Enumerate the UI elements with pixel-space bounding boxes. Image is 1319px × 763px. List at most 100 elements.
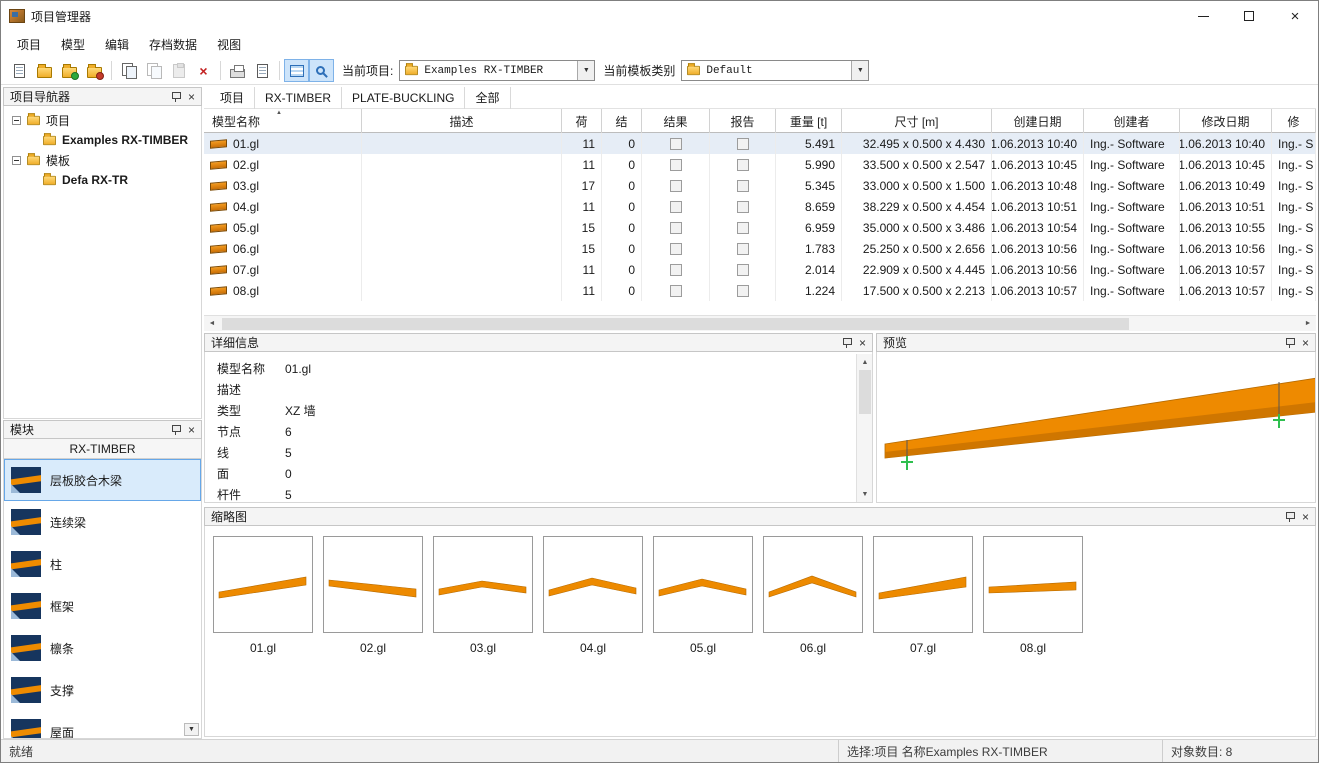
tab-all[interactable]: 全部: [465, 87, 510, 109]
table-row[interactable]: 06.gl 15 0 1.783 25.250 x 0.500 x 2.656 …: [204, 238, 1316, 259]
scrollbar-thumb[interactable]: [222, 318, 1129, 330]
restore-project-button[interactable]: [82, 59, 107, 82]
archive-project-button[interactable]: [57, 59, 82, 82]
table-row[interactable]: 04.gl 11 0 8.659 38.229 x 0.500 x 4.454 …: [204, 196, 1316, 217]
column-header-description[interactable]: 描述: [362, 109, 562, 133]
panel-close-icon[interactable]: ×: [186, 91, 197, 103]
column-header-weight[interactable]: 重量 [t]: [776, 109, 842, 133]
panel-close-icon[interactable]: ×: [1300, 511, 1311, 523]
table-row[interactable]: 01.gl 11 0 5.491 32.495 x 0.500 x 4.430 …: [204, 133, 1316, 154]
results-checkbox[interactable]: [670, 201, 682, 213]
results-checkbox[interactable]: [670, 243, 682, 255]
thumbnail-item[interactable]: 06.gl: [763, 536, 863, 655]
scroll-up-icon[interactable]: ▲: [857, 354, 873, 370]
results-checkbox[interactable]: [670, 264, 682, 276]
column-header-report[interactable]: 报告: [710, 109, 776, 133]
results-checkbox[interactable]: [670, 180, 682, 192]
report-checkbox[interactable]: [737, 159, 749, 171]
duplicate-button[interactable]: [141, 59, 166, 82]
thumbnail-item[interactable]: 03.gl: [433, 536, 533, 655]
thumbnails-view-toggle[interactable]: [284, 59, 309, 82]
report-checkbox[interactable]: [737, 285, 749, 297]
results-checkbox[interactable]: [670, 285, 682, 297]
column-header-modified[interactable]: 修改日期: [1180, 109, 1272, 133]
column-header-creator[interactable]: 创建者: [1084, 109, 1180, 133]
pin-icon[interactable]: [1284, 337, 1296, 349]
module-item-purlin[interactable]: 檩条: [4, 627, 201, 669]
menu-archive-data[interactable]: 存档数据: [139, 32, 207, 57]
modules-scroll-down-button[interactable]: ▼: [184, 723, 199, 736]
tree-node-examples-rx-timber[interactable]: Examples RX-TIMBER: [4, 130, 201, 150]
pin-icon[interactable]: [170, 91, 182, 103]
module-item-brace[interactable]: 支撑: [4, 669, 201, 711]
column-header-size[interactable]: 尺寸 [m]: [842, 109, 992, 133]
column-header-modifier[interactable]: 修: [1272, 109, 1316, 133]
module-item-roof[interactable]: 屋面: [4, 711, 201, 739]
paste-button[interactable]: [166, 59, 191, 82]
column-header-load-cases[interactable]: 荷: [562, 109, 602, 133]
preview-view-toggle[interactable]: [309, 59, 334, 82]
column-header-results-count[interactable]: 结: [602, 109, 642, 133]
table-row[interactable]: 08.gl 11 0 1.224 17.500 x 0.500 x 2.213 …: [204, 280, 1316, 301]
menu-model[interactable]: 模型: [51, 32, 95, 57]
thumbnail-item[interactable]: 07.gl: [873, 536, 973, 655]
thumbnail-item[interactable]: 04.gl: [543, 536, 643, 655]
module-item-frame[interactable]: 框架: [4, 585, 201, 627]
minimize-button[interactable]: [1180, 1, 1226, 31]
thumbnail-item[interactable]: 01.gl: [213, 536, 313, 655]
current-template-combobox[interactable]: Default ▼: [681, 60, 869, 81]
menu-edit[interactable]: 编辑: [95, 32, 139, 57]
tab-plate-buckling[interactable]: PLATE-BUCKLING: [342, 87, 465, 109]
pin-icon[interactable]: [841, 337, 853, 349]
report-button[interactable]: [250, 59, 275, 82]
panel-close-icon[interactable]: ×: [857, 337, 868, 349]
table-row[interactable]: 05.gl 15 0 6.959 35.000 x 0.500 x 3.486 …: [204, 217, 1316, 238]
panel-close-icon[interactable]: ×: [1300, 337, 1311, 349]
scroll-left-icon[interactable]: ◄: [204, 316, 220, 332]
thumbnail-item[interactable]: 08.gl: [983, 536, 1083, 655]
results-checkbox[interactable]: [670, 159, 682, 171]
menu-project[interactable]: 项目: [7, 32, 51, 57]
column-header-results[interactable]: 结果: [642, 109, 710, 133]
dropdown-arrow-icon[interactable]: ▼: [577, 61, 594, 80]
tab-project[interactable]: 项目: [210, 87, 255, 109]
module-item-column[interactable]: 柱: [4, 543, 201, 585]
new-project-button[interactable]: [7, 59, 32, 82]
scrollbar-thumb[interactable]: [859, 370, 871, 414]
table-row[interactable]: 02.gl 11 0 5.990 33.500 x 0.500 x 2.547 …: [204, 154, 1316, 175]
tab-rx-timber[interactable]: RX-TIMBER: [255, 87, 342, 109]
scroll-right-icon[interactable]: ►: [1300, 316, 1316, 332]
column-header-name[interactable]: 模型名称 ▲: [204, 109, 362, 133]
results-checkbox[interactable]: [670, 138, 682, 150]
open-project-button[interactable]: [32, 59, 57, 82]
menu-view[interactable]: 视图: [207, 32, 251, 57]
dropdown-arrow-icon[interactable]: ▼: [851, 61, 868, 80]
results-checkbox[interactable]: [670, 222, 682, 234]
tree-node-default-template[interactable]: Defa RX-TR: [4, 170, 201, 190]
report-checkbox[interactable]: [737, 243, 749, 255]
report-checkbox[interactable]: [737, 264, 749, 276]
collapse-icon[interactable]: [12, 116, 21, 125]
column-header-created[interactable]: 创建日期: [992, 109, 1084, 133]
print-button[interactable]: [225, 59, 250, 82]
report-checkbox[interactable]: [737, 201, 749, 213]
tree-node-templates[interactable]: 模板: [4, 150, 201, 170]
thumbnail-item[interactable]: 05.gl: [653, 536, 753, 655]
panel-close-icon[interactable]: ×: [186, 424, 197, 436]
table-row[interactable]: 03.gl 17 0 5.345 33.000 x 0.500 x 1.500 …: [204, 175, 1316, 196]
pin-icon[interactable]: [170, 424, 182, 436]
tree-node-projects[interactable]: 项目: [4, 110, 201, 130]
module-item-continuous-beam[interactable]: 连续梁: [4, 501, 201, 543]
collapse-icon[interactable]: [12, 156, 21, 165]
close-button[interactable]: ×: [1272, 1, 1318, 31]
report-checkbox[interactable]: [737, 138, 749, 150]
scroll-down-icon[interactable]: ▼: [857, 486, 873, 502]
copy-button[interactable]: [116, 59, 141, 82]
horizontal-scrollbar[interactable]: ◄ ►: [204, 315, 1316, 331]
delete-button[interactable]: ×: [191, 59, 216, 82]
details-vertical-scrollbar[interactable]: ▲ ▼: [856, 354, 872, 502]
table-row[interactable]: 07.gl 11 0 2.014 22.909 x 0.500 x 4.445 …: [204, 259, 1316, 280]
report-checkbox[interactable]: [737, 180, 749, 192]
pin-icon[interactable]: [1284, 511, 1296, 523]
thumbnail-item[interactable]: 02.gl: [323, 536, 423, 655]
